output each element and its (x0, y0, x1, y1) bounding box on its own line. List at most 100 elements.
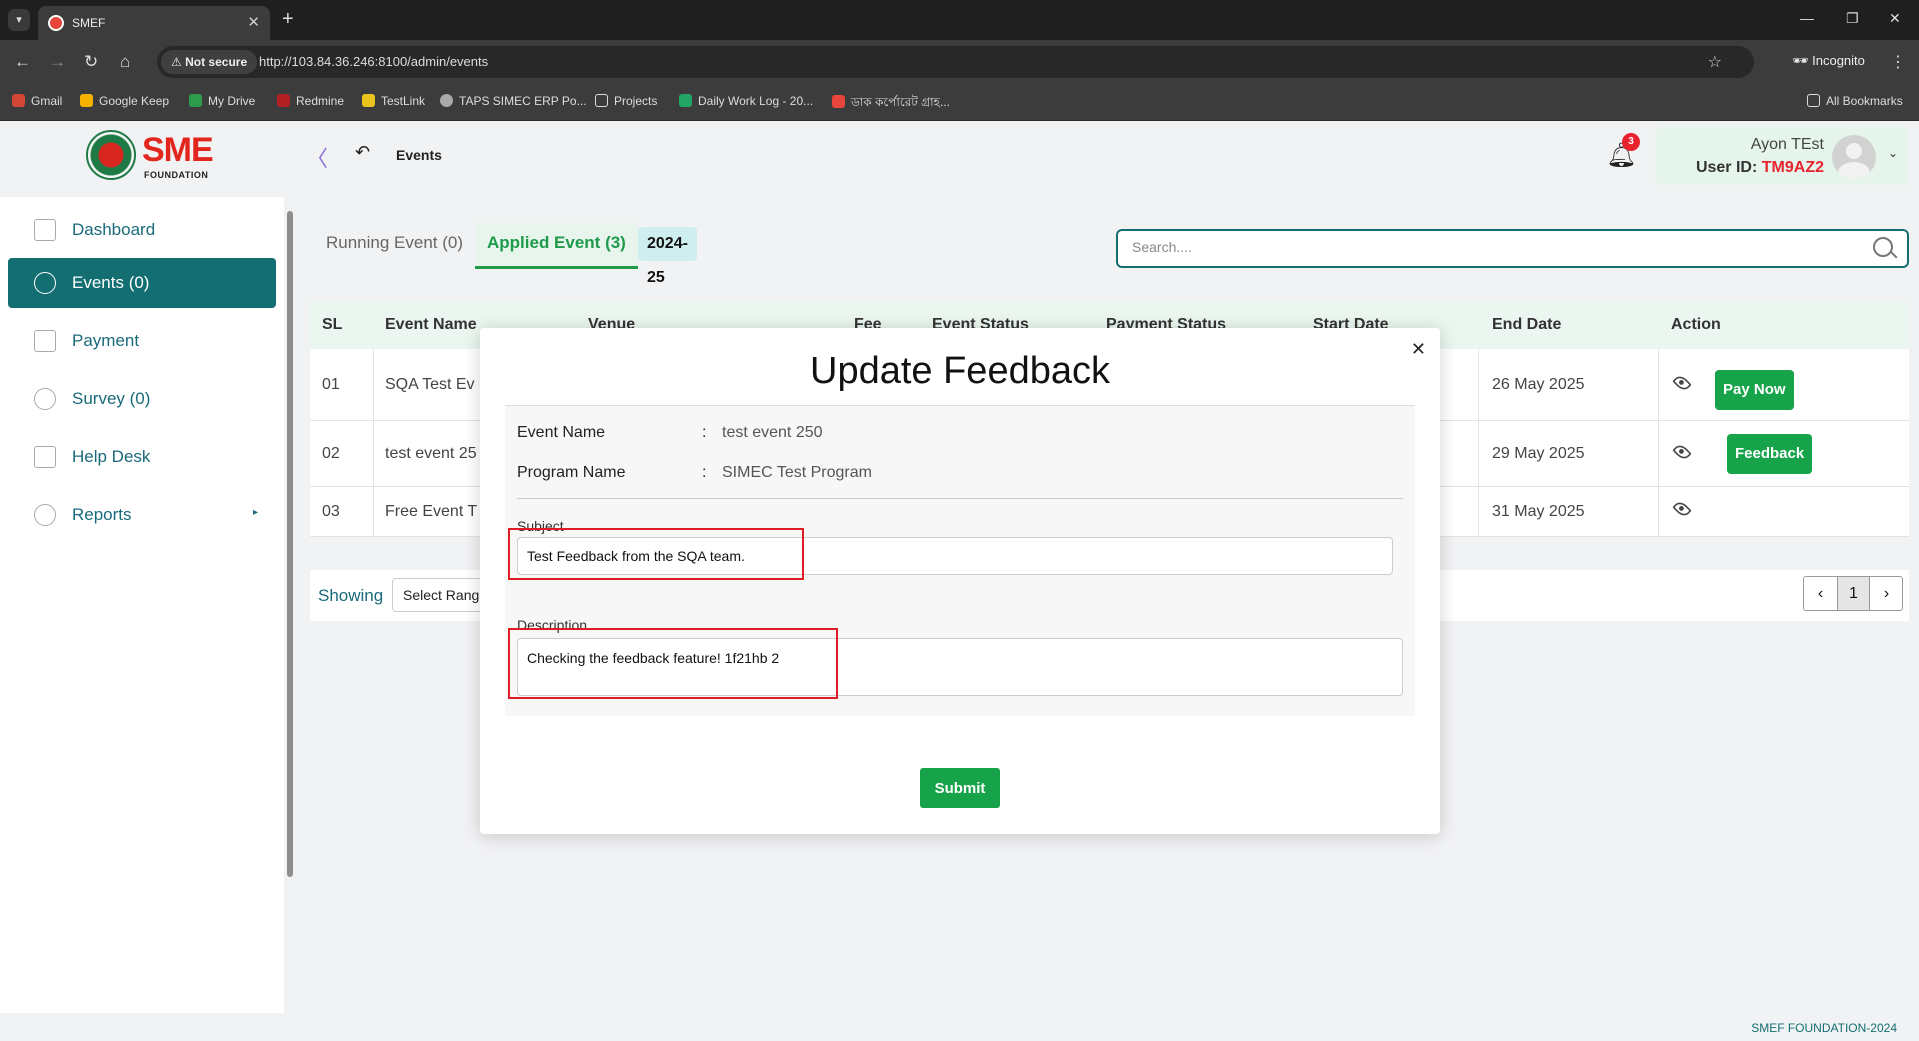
feedback-button[interactable]: Feedback (1727, 434, 1813, 474)
cell-end-date: 31 May 2025 (1492, 503, 1585, 520)
reports-icon (34, 504, 56, 526)
bookmark-my-drive[interactable]: My Drive (189, 94, 255, 108)
cell-end-date: 26 May 2025 (1492, 376, 1585, 393)
cell-sl: 01 (322, 376, 340, 393)
description-highlight-box (508, 628, 838, 699)
sidebar-item-events[interactable]: Events (0) (8, 258, 276, 308)
column-header: Event Name (385, 316, 477, 333)
column-header: Action (1671, 316, 1721, 333)
bookmark-star-icon[interactable]: ☆ (1708, 52, 1722, 72)
next-page-icon[interactable]: › (1870, 577, 1903, 610)
tab-search-button[interactable]: ▾ (8, 9, 30, 31)
back-arrow-icon[interactable]: ← (14, 52, 31, 72)
bookmark-daily-work-log[interactable]: Daily Work Log - 20... (679, 94, 813, 108)
sidebar-item-dashboard[interactable]: Dashboard (8, 205, 276, 255)
view-eye-icon[interactable] (1672, 499, 1692, 519)
user-id: User ID: TM9AZ2 (1695, 159, 1824, 176)
reload-icon[interactable]: ↻ (84, 52, 98, 72)
colon: : (702, 424, 707, 441)
notification-badge: 3 (1622, 133, 1640, 151)
sidebar-scrollbar[interactable] (286, 197, 294, 1013)
chevron-right-icon: ▸ (252, 507, 258, 518)
address-bar[interactable]: ⚠ Not secure http://103.84.36.246:8100/a… (157, 46, 1754, 78)
tab-close-icon[interactable]: ✕ (247, 13, 260, 31)
cell-sl: 02 (322, 445, 340, 462)
minimize-icon[interactable]: — (1800, 10, 1814, 26)
new-tab-button[interactable]: + (282, 8, 294, 31)
url-text[interactable]: http://103.84.36.246:8100/admin/events (259, 54, 488, 69)
smef-logo[interactable]: SME (142, 133, 214, 167)
forward-arrow-icon[interactable]: → (49, 52, 66, 72)
sidebar-item-survey[interactable]: Survey (0) (8, 374, 276, 424)
window-close-icon[interactable]: ✕ (1889, 10, 1901, 27)
search-icon[interactable] (1873, 237, 1893, 257)
mail-icon (34, 446, 56, 468)
view-eye-icon[interactable] (1672, 442, 1692, 462)
bookmark-projects[interactable]: Projects (595, 94, 657, 108)
app-header: SME FOUNDATION 〈 ↶ Events 🔔︎ 3 Ayon TEst… (0, 121, 1919, 190)
sidebar-item-label: Events (0) (72, 273, 150, 292)
events-icon (34, 272, 56, 294)
avatar (1832, 135, 1876, 179)
home-icon[interactable]: ⌂ (120, 52, 130, 72)
search-box (1116, 229, 1909, 268)
logo-subtitle: FOUNDATION (144, 170, 209, 180)
globe-icon (440, 94, 453, 107)
tab-title: SMEF (72, 16, 106, 30)
user-menu[interactable]: Ayon TEst User ID: TM9AZ2 ⌄ (1655, 127, 1908, 185)
year-filter[interactable]: 2024-25 (638, 227, 697, 286)
bookmark-taps-erp[interactable]: TAPS SIMEC ERP Po... (440, 94, 587, 108)
govt-emblem-logo (86, 130, 136, 180)
bookmark-google-keep[interactable]: Google Keep (80, 94, 169, 108)
search-input[interactable] (1132, 239, 1832, 255)
browser-menu-icon[interactable]: ⋮ (1890, 52, 1906, 72)
bookmark-redmine[interactable]: Redmine (277, 94, 344, 108)
sidebar-item-reports[interactable]: Reports ▸ (8, 490, 276, 540)
column-header: SL (322, 316, 343, 333)
incognito-indicator[interactable]: 🕶 Incognito (1782, 46, 1875, 76)
sidebar-item-label: Payment (72, 331, 140, 350)
browser-tab[interactable]: SMEF ✕ (38, 6, 270, 40)
payment-icon (34, 330, 56, 352)
sidebar-item-payment[interactable]: Payment (8, 316, 276, 366)
page-number[interactable]: 1 (1837, 577, 1870, 610)
bookmark-gmail[interactable]: Gmail (12, 94, 62, 108)
favicon-icon (48, 15, 64, 31)
scroll-thumb[interactable] (287, 211, 293, 877)
security-chip[interactable]: ⚠ Not secure (161, 50, 258, 74)
submit-button[interactable]: Submit (920, 768, 1000, 808)
browser-toolbar: ← → ↻ ⌂ ⚠ Not secure http://103.84.36.24… (0, 40, 1919, 84)
column-header: End Date (1492, 316, 1562, 333)
cell-event-name: SQA Test Ev (385, 376, 475, 393)
bookmark-testlink[interactable]: TestLink (362, 94, 425, 108)
dashboard-icon (34, 219, 56, 241)
incognito-label: Incognito (1812, 53, 1865, 68)
pay-now-button[interactable]: Pay Now (1715, 370, 1794, 410)
update-feedback-modal: ✕ Update Feedback Event Name : test even… (480, 328, 1440, 834)
pager: ‹ 1 › (1803, 576, 1903, 611)
program-name-label: Program Name (517, 464, 626, 481)
bookmarks-bar: Gmail Google Keep My Drive Redmine TestL… (0, 84, 1919, 121)
sidebar: Dashboard Events (0) Payment Survey (0) … (0, 197, 284, 1013)
view-eye-icon[interactable] (1672, 373, 1692, 393)
modal-body: Event Name : test event 250 Program Name… (505, 406, 1415, 716)
restore-icon[interactable]: ❐ (1846, 10, 1859, 27)
sidebar-item-label: Dashboard (72, 220, 156, 239)
all-bookmarks[interactable]: All Bookmarks (1807, 94, 1903, 108)
prev-page-icon[interactable]: ‹ (1804, 577, 1837, 610)
tab-running-event[interactable]: Running Event (0) (326, 223, 463, 269)
bookmark-dak[interactable]: ডাক কর্পোরেট গ্রাহ... (832, 94, 950, 114)
keep-icon (80, 94, 93, 107)
sidebar-collapse-icon[interactable]: 〈 (306, 141, 328, 173)
folder-icon (1807, 94, 1820, 107)
event-name-value: test event 250 (722, 424, 823, 441)
cell-end-date: 29 May 2025 (1492, 445, 1585, 462)
gmail-icon (12, 94, 25, 107)
event-name-label: Event Name (517, 424, 606, 441)
chevron-down-icon[interactable]: ⌄ (1888, 146, 1898, 160)
back-icon[interactable]: ↶ (355, 142, 370, 163)
sidebar-item-help-desk[interactable]: Help Desk (8, 432, 276, 482)
showing-label: Showing (318, 586, 384, 605)
sidebar-item-label: Help Desk (72, 447, 151, 466)
tab-applied-event[interactable]: Applied Event (3) (475, 223, 638, 269)
